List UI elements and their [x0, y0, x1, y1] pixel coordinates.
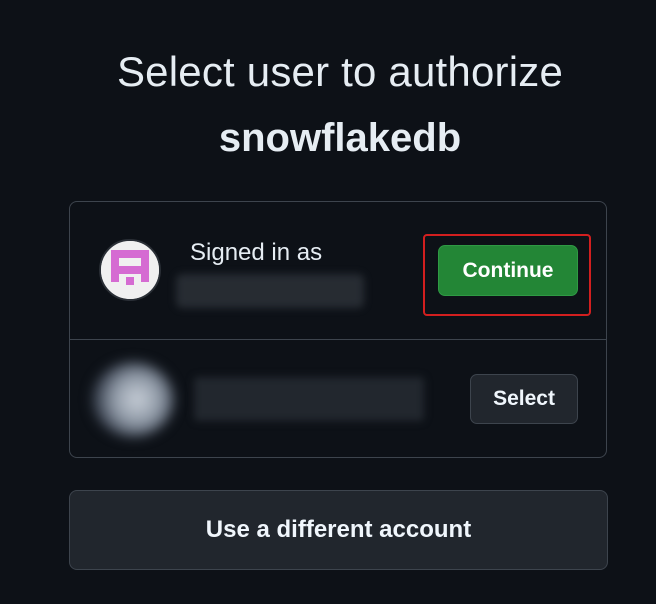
page-title: Select user to authorize: [116, 48, 564, 95]
row-divider: [70, 339, 606, 340]
authorize-page: Select user to authorize snowflakedb Sig…: [0, 0, 656, 604]
redacted-username: [176, 274, 364, 308]
app-name: snowflakedb: [218, 116, 462, 160]
identicon-avatar-icon: [99, 239, 161, 301]
account-list-card: Signed in as Continue Select: [69, 201, 607, 458]
use-different-account-button[interactable]: Use a different account: [69, 490, 608, 570]
signed-in-label: Signed in as: [190, 239, 323, 266]
redacted-username-2: [194, 377, 424, 421]
select-button[interactable]: Select: [470, 374, 578, 424]
continue-button[interactable]: Continue: [438, 245, 578, 296]
blurred-avatar-icon: [92, 362, 174, 437]
